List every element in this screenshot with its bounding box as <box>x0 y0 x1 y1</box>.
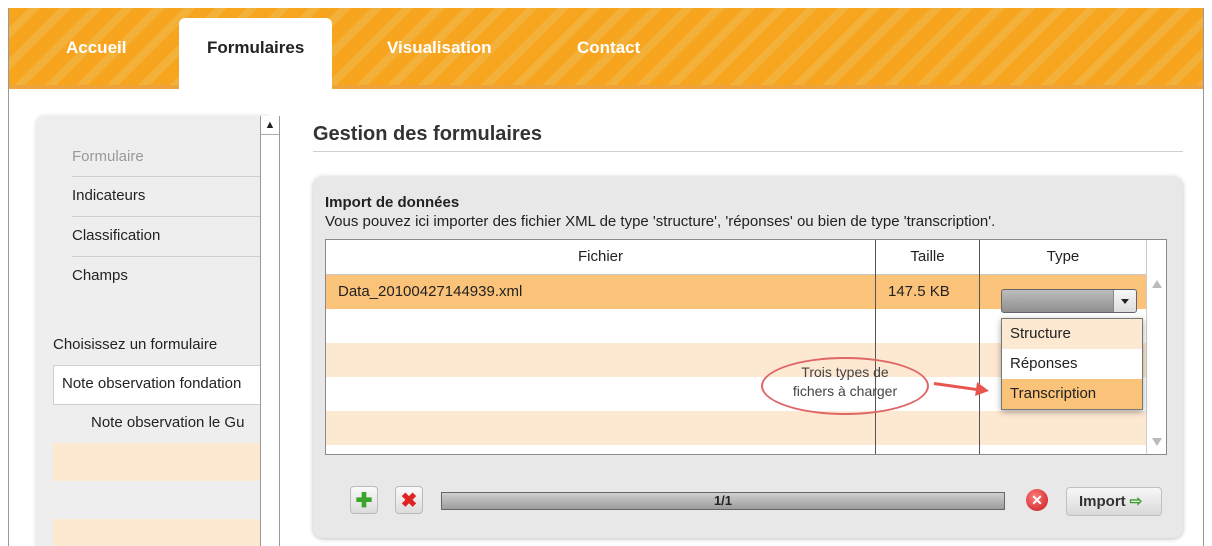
sidebar-item-indicateurs[interactable]: Indicateurs <box>72 187 269 204</box>
form-list-row-empty <box>53 443 269 481</box>
tab-contact[interactable]: Contact <box>577 38 640 58</box>
chevron-down-icon[interactable] <box>1113 290 1136 312</box>
import-button[interactable]: Import ⇨ <box>1066 487 1162 516</box>
sidebar-scrollbar[interactable]: ▲ <box>260 116 280 546</box>
sidebar-item-formulaire[interactable]: Formulaire <box>72 148 269 165</box>
type-dropdown: Structure Réponses Transcription <box>1001 318 1143 410</box>
panel-description: Vous pouvez ici importer des fichier XML… <box>325 213 996 230</box>
divider <box>72 256 269 257</box>
column-header-taille[interactable]: Taille <box>876 248 979 265</box>
form-list-item[interactable]: Note observation fondation <box>53 365 269 405</box>
type-select[interactable] <box>1001 289 1137 313</box>
panel-title: Import de données <box>325 194 460 211</box>
form-list-row-empty <box>53 519 269 546</box>
sidebar-item-classification[interactable]: Classification <box>72 227 269 244</box>
x-icon: ✖ <box>400 489 418 512</box>
import-label: Import <box>1079 493 1126 510</box>
sidebar: Formulaire Indicateurs Classification Ch… <box>36 116 269 546</box>
annotation-line-2: fichers à charger <box>792 383 898 399</box>
cell-fichier: Data_20100427144939.xml <box>338 283 523 300</box>
arrow-right-icon: ⇨ <box>1129 493 1143 510</box>
divider <box>72 216 269 217</box>
title-divider <box>313 151 1183 152</box>
progress-label: 1/1 <box>713 493 733 508</box>
sidebar-item-champs[interactable]: Champs <box>72 267 269 284</box>
form-chooser-label: Choisissez un formulaire <box>53 336 218 353</box>
tab-accueil[interactable]: Accueil <box>66 38 126 58</box>
divider <box>72 176 269 177</box>
table-row-empty <box>326 411 1146 445</box>
type-option-reponses[interactable]: Réponses <box>1002 349 1142 379</box>
column-header-fichier[interactable]: Fichier <box>326 248 875 265</box>
upload-progress-bar: 1/1 <box>441 492 1005 510</box>
annotation-arrow-head <box>975 382 990 398</box>
top-nav: Accueil Formulaires Visualisation Contac… <box>9 8 1203 92</box>
scroll-up-icon[interactable] <box>1152 280 1162 288</box>
form-list-row-empty <box>53 481 269 519</box>
form-list: Note observation fondation Note observat… <box>53 365 269 546</box>
column-divider <box>875 240 876 454</box>
grid-header: Fichier Taille Type <box>326 240 1166 275</box>
scroll-up-icon[interactable]: ▲ <box>261 116 279 135</box>
remove-file-button[interactable]: ✖ <box>395 486 423 514</box>
annotation-line-1: Trois types de <box>801 364 889 380</box>
scroll-down-icon[interactable] <box>1152 438 1162 446</box>
type-option-transcription[interactable]: Transcription <box>1002 379 1142 409</box>
tab-visualisation[interactable]: Visualisation <box>387 38 492 58</box>
app-frame: Accueil Formulaires Visualisation Contac… <box>8 8 1204 546</box>
form-list-item[interactable]: Note observation le Gu <box>53 405 269 443</box>
import-panel: Import de données Vous pouvez ici import… <box>313 176 1183 538</box>
tab-formulaires[interactable]: Formulaires <box>179 18 333 92</box>
grid-scrollbar[interactable] <box>1146 274 1166 454</box>
cancel-circle-icon[interactable]: ✕ <box>1026 489 1048 511</box>
type-option-structure[interactable]: Structure <box>1002 319 1142 349</box>
column-header-type[interactable]: Type <box>980 248 1146 265</box>
plus-icon: ✚ <box>355 489 373 512</box>
page-title: Gestion des formulaires <box>313 123 542 145</box>
add-file-button[interactable]: ✚ <box>350 486 378 514</box>
column-divider <box>979 240 980 454</box>
annotation-text: Trois types de fichers à charger <box>761 363 929 401</box>
cell-taille: 147.5 KB <box>888 283 950 300</box>
